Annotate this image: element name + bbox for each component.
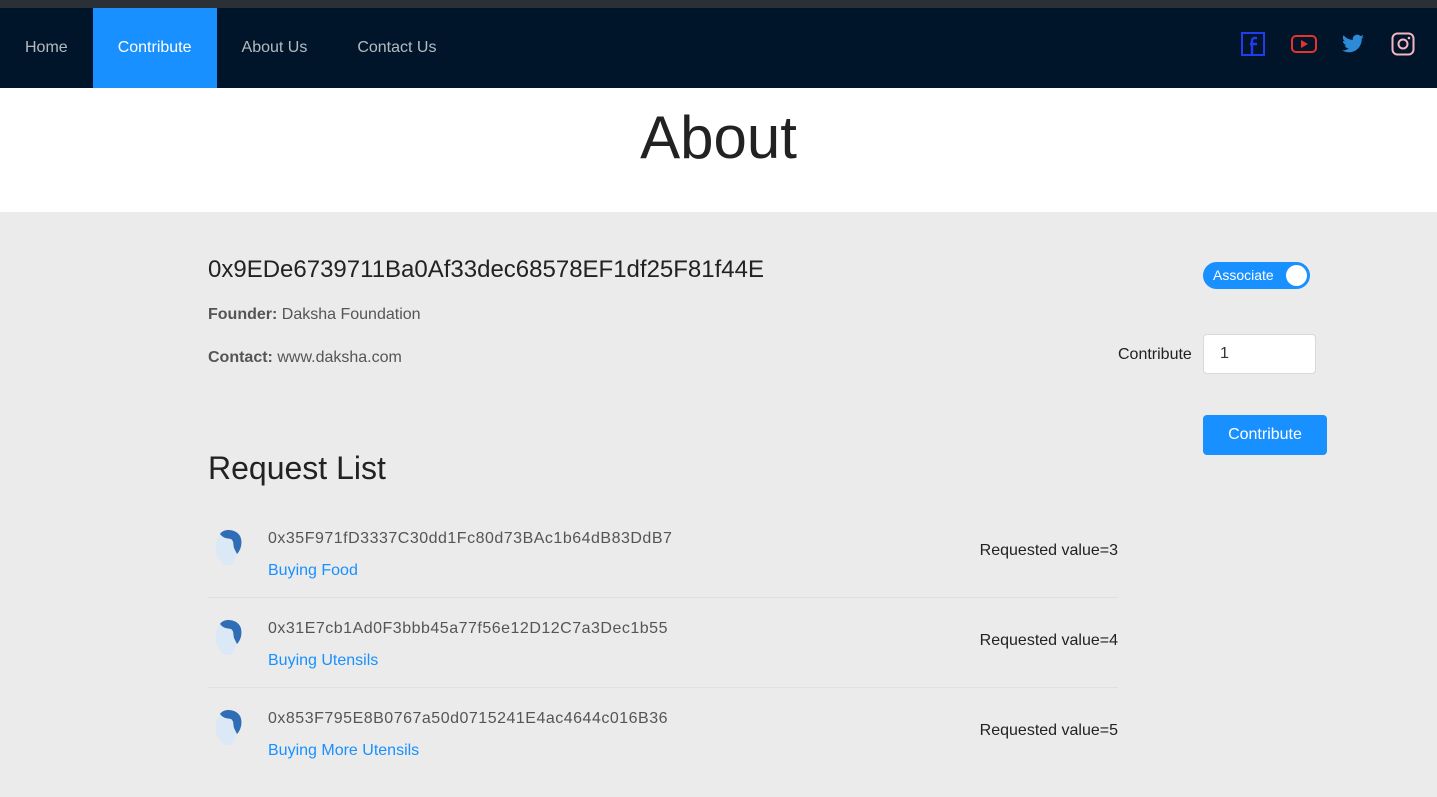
hero: About — [0, 88, 1437, 212]
toggle-label: Associate — [1213, 267, 1274, 283]
avatar — [215, 710, 242, 746]
instagram-icon[interactable] — [1391, 32, 1415, 56]
twitter-icon[interactable] — [1341, 32, 1365, 56]
contribute-amount-input[interactable] — [1203, 334, 1316, 374]
campaign-address: 0x9EDe6739711Ba0Af33dec68578EF1df25F81f4… — [208, 256, 764, 283]
request-list: 0x35F971fD3337C30dd1Fc80d73BAc1b64dB83Dd… — [208, 508, 1118, 778]
request-description[interactable]: Buying Food — [268, 562, 358, 580]
request-address: 0x31E7cb1Ad0F3bbb45a77f56e12D12C7a3Dec1b… — [268, 620, 668, 637]
social-links — [1241, 32, 1415, 56]
facebook-icon[interactable] — [1241, 32, 1265, 56]
toggle-knob — [1286, 265, 1307, 286]
list-item: 0x853F795E8B0767a50d0715241E4ac4644c016B… — [208, 688, 1118, 778]
avatar — [215, 530, 242, 566]
campaign-panel: 0x9EDe6739711Ba0Af33dec68578EF1df25F81f4… — [0, 212, 1437, 797]
avatar — [215, 620, 242, 656]
founder-label: Founder: — [208, 306, 278, 323]
request-description[interactable]: Buying More Utensils — [268, 742, 419, 760]
request-description[interactable]: Buying Utensils — [268, 652, 378, 670]
request-list-title: Request List — [208, 450, 386, 486]
window-top-strip — [0, 0, 1437, 8]
nav-contribute[interactable]: Contribute — [92, 8, 217, 88]
youtube-icon[interactable] — [1291, 32, 1317, 56]
request-address: 0x853F795E8B0767a50d0715241E4ac4644c016B… — [268, 710, 669, 727]
requested-value: Requested value=5 — [979, 722, 1118, 739]
contribute-label: Contribute — [1118, 346, 1192, 363]
nav-about-us[interactable]: About Us — [217, 8, 333, 88]
nav-home[interactable]: Home — [0, 8, 93, 88]
contribute-button[interactable]: Contribute — [1203, 415, 1327, 455]
page-title: About — [640, 104, 797, 171]
request-address: 0x35F971fD3337C30dd1Fc80d73BAc1b64dB83Dd… — [268, 530, 673, 547]
list-item: 0x35F971fD3337C30dd1Fc80d73BAc1b64dB83Dd… — [208, 508, 1118, 598]
associate-toggle[interactable]: Associate — [1203, 262, 1310, 289]
contact-label: Contact: — [208, 349, 273, 366]
list-item: 0x31E7cb1Ad0F3bbb45a77f56e12D12C7a3Dec1b… — [208, 598, 1118, 688]
founder-info: Founder: Daksha Foundation — [208, 306, 421, 324]
requested-value: Requested value=4 — [979, 632, 1118, 649]
nav-contact-us[interactable]: Contact Us — [332, 8, 461, 88]
requested-value: Requested value=3 — [979, 542, 1118, 559]
founder-value: Daksha Foundation — [281, 306, 421, 323]
contact-value: www.daksha.com — [277, 349, 402, 366]
contact-info: Contact: www.daksha.com — [208, 349, 402, 367]
top-nav: Home Contribute About Us Contact Us — [0, 8, 1437, 88]
